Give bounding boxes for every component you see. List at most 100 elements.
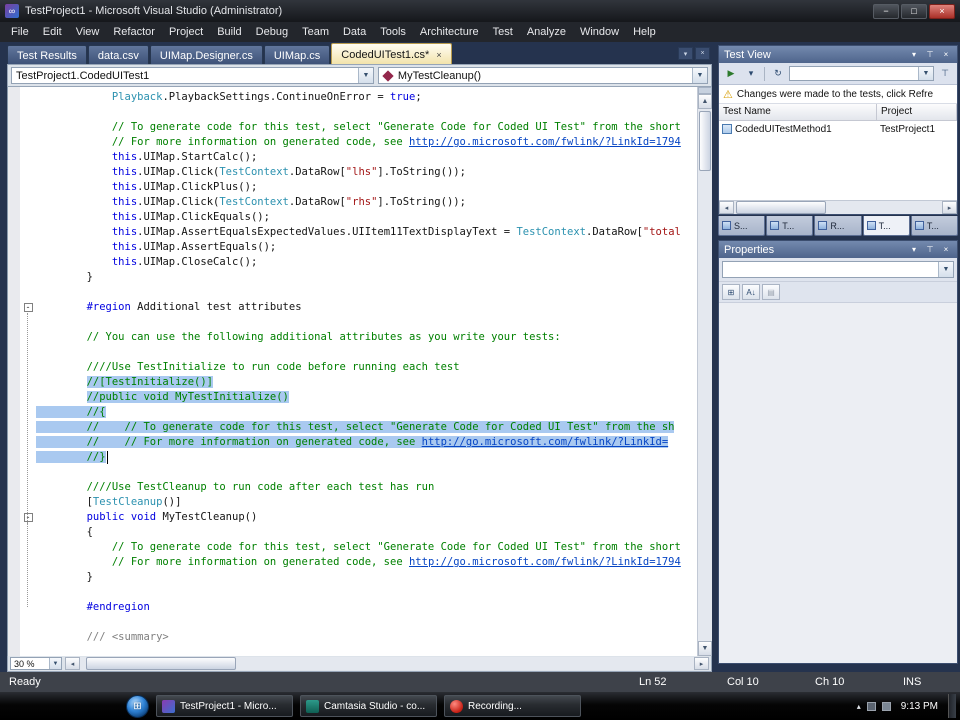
code-line: this.UIMap.ClickEquals(); xyxy=(111,211,270,223)
method-outline-guide xyxy=(27,523,28,577)
scrollbar-track[interactable] xyxy=(698,109,712,641)
collapse-toggle-icon[interactable]: - xyxy=(23,513,33,522)
column-header-project[interactable]: Project xyxy=(877,104,957,120)
tab-uimap-cs[interactable]: UIMap.cs xyxy=(263,45,331,64)
indicator-margin[interactable] xyxy=(8,87,20,656)
menu-debug[interactable]: Debug xyxy=(249,23,295,41)
tray-expand-icon[interactable]: ▴ xyxy=(857,702,861,711)
scroll-left-icon[interactable]: ◂ xyxy=(65,657,80,670)
menu-test[interactable]: Test xyxy=(486,23,520,41)
window-menu-icon[interactable]: ▾ xyxy=(908,50,920,59)
taskbar-button-recording[interactable]: Recording... xyxy=(444,695,581,717)
horizontal-scrollbar[interactable]: ◂ ▸ xyxy=(65,657,709,670)
code-line: // To generate code for this test, selec… xyxy=(111,541,681,553)
menu-tools[interactable]: Tools xyxy=(373,23,413,41)
taskbar-button-label: Recording... xyxy=(468,700,522,712)
test-list: Test Name Project CodedUITestMethod1 Tes… xyxy=(719,104,957,200)
menu-window[interactable]: Window xyxy=(573,23,626,41)
menu-file[interactable]: File xyxy=(4,23,36,41)
panel-tab-icon xyxy=(722,221,731,230)
tab-uimap-designer-cs[interactable]: UIMap.Designer.cs xyxy=(149,45,263,64)
scrollbar-thumb[interactable] xyxy=(699,111,711,171)
tab-test-results[interactable]: Test Results xyxy=(7,45,87,64)
panel-tab-icon xyxy=(914,221,924,230)
tray-icon[interactable] xyxy=(881,701,891,711)
zoom-dropdown[interactable]: 30 % ▼ xyxy=(10,657,62,670)
panel-tab-4[interactable]: T... xyxy=(910,216,959,236)
menu-refactor[interactable]: Refactor xyxy=(106,23,162,41)
chevron-down-icon: ▼ xyxy=(918,67,933,80)
window-menu-icon[interactable]: ▾ xyxy=(908,245,920,254)
pin-icon[interactable]: ⊤ xyxy=(924,50,936,59)
close-tab-icon[interactable]: × xyxy=(434,50,441,60)
test-method-icon xyxy=(722,124,732,134)
close-document-button[interactable]: × xyxy=(695,47,710,60)
refresh-icon[interactable]: ↻ xyxy=(769,66,787,82)
taskbar-button-camtasia-studio-co[interactable]: Camtasia Studio - co... xyxy=(300,695,437,717)
menu-build[interactable]: Build xyxy=(210,23,248,41)
test-view-warning-bar[interactable]: ⚠ Changes were made to the tests, click … xyxy=(719,85,957,104)
run-test-icon[interactable]: ▶ xyxy=(722,66,740,82)
tab-strip-buttons: ▾ × xyxy=(678,47,712,64)
menu-architecture[interactable]: Architecture xyxy=(413,23,486,41)
maximize-button[interactable]: □ xyxy=(901,3,927,19)
warning-text: Changes were made to the tests, click Re… xyxy=(736,88,934,100)
scroll-up-icon[interactable]: ▲ xyxy=(698,94,712,109)
test-view-hscrollbar[interactable]: ◂ ▸ xyxy=(719,200,957,214)
menu-help[interactable]: Help xyxy=(626,23,663,41)
close-icon[interactable]: × xyxy=(940,245,952,254)
close-icon[interactable]: × xyxy=(940,50,952,59)
code-line: //{ xyxy=(36,405,697,420)
categorized-icon[interactable]: ⊞ xyxy=(722,284,740,300)
recording-icon xyxy=(450,699,463,713)
show-desktop-button[interactable] xyxy=(948,694,956,718)
run-options-chevron-icon[interactable]: ▾ xyxy=(742,66,760,82)
alphabetical-icon[interactable]: A↓ xyxy=(742,284,760,300)
panel-tab-0[interactable]: S... xyxy=(718,216,766,236)
tab-data-csv[interactable]: data.csv xyxy=(87,45,149,64)
filter-combo[interactable]: ▼ xyxy=(789,66,934,81)
member-dropdown[interactable]: MyTestCleanup() ▼ xyxy=(377,67,708,84)
vertical-scrollbar[interactable]: ▲ ▼ xyxy=(697,87,712,656)
panel-tab-label: T... xyxy=(878,220,891,231)
minimize-button[interactable]: − xyxy=(873,3,899,19)
type-dropdown[interactable]: TestProject1.CodedUITest1 ▼ xyxy=(11,67,374,84)
clock[interactable]: 9:13 PM xyxy=(897,701,942,712)
menu-data[interactable]: Data xyxy=(336,23,373,41)
status-char: Ch 10 xyxy=(815,676,845,688)
menu-view[interactable]: View xyxy=(69,23,107,41)
scroll-left-icon[interactable]: ◂ xyxy=(719,201,734,214)
close-button[interactable]: × xyxy=(929,3,955,19)
panel-tab-1[interactable]: T... xyxy=(766,216,814,236)
menu-analyze[interactable]: Analyze xyxy=(520,23,573,41)
menu-project[interactable]: Project xyxy=(162,23,210,41)
menu-team[interactable]: Team xyxy=(295,23,336,41)
pin-icon[interactable]: ⊤ xyxy=(924,245,936,254)
scrollbar-track[interactable] xyxy=(80,657,694,670)
code-line: } xyxy=(36,571,93,583)
scroll-right-icon[interactable]: ▸ xyxy=(942,201,957,214)
scrollbar-thumb[interactable] xyxy=(86,657,236,670)
tray-icon[interactable] xyxy=(866,701,876,711)
tab-codeduitest1-cs[interactable]: CodedUITest1.cs* × xyxy=(331,43,452,64)
status-line: Ln 52 xyxy=(639,676,667,688)
taskbar-button-testproject1-micro[interactable]: TestProject1 - Micro... xyxy=(156,695,293,717)
filter-icon[interactable]: ⊤ xyxy=(936,66,954,82)
object-dropdown[interactable]: ▼ xyxy=(722,261,954,278)
scroll-right-icon[interactable]: ▸ xyxy=(694,657,709,670)
document-list-button[interactable]: ▾ xyxy=(678,47,693,60)
property-pages-icon[interactable]: ▤ xyxy=(762,284,780,300)
code-area[interactable]: Playback.PlaybackSettings.ContinueOnErro… xyxy=(36,87,697,656)
splitter-handle[interactable] xyxy=(698,87,712,94)
panel-tab-3[interactable]: T... xyxy=(862,216,910,236)
test-row[interactable]: CodedUITestMethod1 TestProject1 xyxy=(719,121,957,137)
tab-label: UIMap.cs xyxy=(273,50,321,62)
panel-tab-2[interactable]: R... xyxy=(814,216,862,236)
scrollbar-thumb[interactable] xyxy=(736,201,826,214)
collapse-toggle-icon[interactable]: - xyxy=(23,303,33,312)
menu-edit[interactable]: Edit xyxy=(36,23,69,41)
column-header-test-name[interactable]: Test Name xyxy=(719,104,877,120)
start-button[interactable]: ⊞ xyxy=(126,694,149,718)
scroll-down-icon[interactable]: ▼ xyxy=(698,641,712,656)
scrollbar-track[interactable] xyxy=(734,201,942,214)
